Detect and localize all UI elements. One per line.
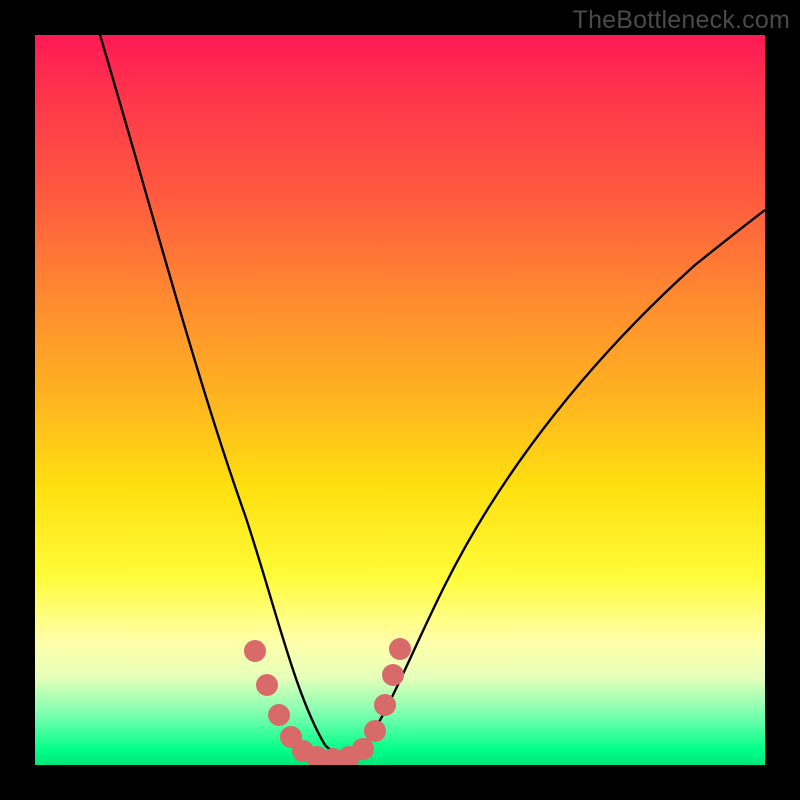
highlight-dot <box>268 704 290 726</box>
highlight-dot <box>382 664 404 686</box>
highlight-dot <box>374 694 396 716</box>
outer-frame: TheBottleneck.com <box>0 0 800 800</box>
highlight-dot <box>256 674 278 696</box>
highlight-dot <box>244 640 266 662</box>
plot-area <box>35 35 765 765</box>
watermark-text: TheBottleneck.com <box>573 6 790 35</box>
highlight-dot <box>389 638 411 660</box>
highlight-dot <box>364 720 386 742</box>
bottleneck-curve-svg <box>35 35 765 765</box>
bottleneck-curve <box>100 35 765 756</box>
highlight-dot <box>352 738 374 760</box>
